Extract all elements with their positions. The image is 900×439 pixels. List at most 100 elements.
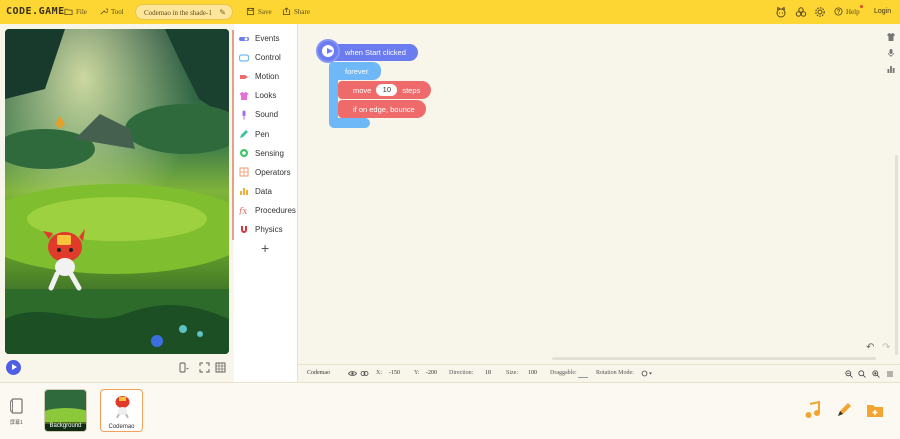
grid-icon[interactable] xyxy=(215,362,226,373)
workspace-horizontal-scrollbar[interactable] xyxy=(552,357,876,360)
bar-chart-icon[interactable] xyxy=(886,64,896,74)
category-procedures[interactable]: fx Procedures xyxy=(234,201,298,220)
forever-block[interactable]: forever xyxy=(329,62,381,80)
music-library-icon[interactable] xyxy=(804,401,822,419)
category-label: Motion xyxy=(255,72,280,82)
category-pen[interactable]: Pen xyxy=(234,125,298,144)
category-looks[interactable]: Looks xyxy=(234,86,298,105)
tool-menu-label: Tool xyxy=(111,7,124,16)
category-label: Data xyxy=(255,186,272,196)
cat-face-icon[interactable] xyxy=(775,6,787,18)
run-button[interactable] xyxy=(6,360,21,375)
category-label: Sound xyxy=(255,110,279,120)
category-label: Looks xyxy=(255,91,277,101)
microphone-icon[interactable] xyxy=(886,48,896,58)
svg-text:fx: fx xyxy=(239,207,247,215)
move-prefix-label: move xyxy=(353,85,372,95)
category-label: Events xyxy=(255,34,280,43)
category-label: Sensing xyxy=(255,148,284,158)
community-icon[interactable] xyxy=(795,6,807,18)
scene-label: 屏幕1 xyxy=(10,420,23,426)
background-thumbnail[interactable]: Background xyxy=(44,389,87,432)
save-icon xyxy=(246,7,255,16)
procedures-icon: fx xyxy=(239,205,249,215)
x-label: X: xyxy=(376,370,382,376)
size-label: Size: xyxy=(506,370,518,376)
physics-icon xyxy=(239,225,249,235)
project-title-input[interactable]: Codemao in the shade-1 ✎ xyxy=(135,4,233,20)
category-physics[interactable]: Physics xyxy=(234,220,298,239)
y-value-field[interactable]: -200 xyxy=(426,370,437,376)
fullscreen-icon[interactable] xyxy=(199,362,210,373)
x-value-field[interactable]: -150 xyxy=(389,370,400,376)
share-button[interactable]: Share xyxy=(282,7,310,16)
category-sensing[interactable]: Sensing xyxy=(234,144,298,163)
category-sound[interactable]: Sound xyxy=(234,105,298,124)
help-button[interactable]: Help xyxy=(834,7,860,16)
gear-icon[interactable] xyxy=(814,6,826,18)
y-label: Y: xyxy=(414,370,420,376)
redo-icon[interactable]: ↷ xyxy=(882,342,894,353)
sprite-info-bar: Codemao X: -150 Y: -200 Direction: 18 Si… xyxy=(298,364,900,382)
direction-value-field[interactable]: 18 xyxy=(485,370,491,376)
operators-icon xyxy=(239,167,249,177)
top-bar: CODE.GAME File Tool Codemao in the shade… xyxy=(0,0,900,24)
category-operators[interactable]: Operators xyxy=(234,163,298,182)
logo[interactable]: CODE.GAME xyxy=(6,6,65,17)
events-icon xyxy=(239,34,249,44)
move-steps-input[interactable]: 10 xyxy=(376,84,398,96)
zoom-in-icon[interactable] xyxy=(872,370,880,378)
paint-pencil-icon[interactable] xyxy=(835,401,853,419)
code-workspace[interactable] xyxy=(298,24,900,364)
category-data[interactable]: Data xyxy=(234,182,298,201)
category-control[interactable]: Control xyxy=(234,48,298,67)
costume-shirt-icon[interactable] xyxy=(886,32,896,42)
stage-canvas[interactable] xyxy=(5,29,229,354)
move-steps-block[interactable]: move 10 steps xyxy=(338,81,431,99)
category-motion[interactable]: Motion xyxy=(234,67,298,86)
add-folder-icon[interactable] xyxy=(866,401,884,419)
data-icon xyxy=(239,186,249,196)
control-icon xyxy=(239,53,249,63)
zoom-reset-icon[interactable] xyxy=(858,370,866,378)
share-icon xyxy=(282,7,291,16)
wrench-icon xyxy=(100,8,108,15)
draggable-toggle[interactable] xyxy=(578,377,588,378)
menu-icon[interactable] xyxy=(886,370,894,378)
size-value-field[interactable]: 100 xyxy=(528,370,537,376)
category-label: Operators xyxy=(255,167,291,177)
folder-icon xyxy=(64,8,73,16)
notification-dot xyxy=(860,5,863,8)
workspace-vertical-scrollbar[interactable] xyxy=(895,155,898,355)
tool-menu[interactable]: Tool xyxy=(99,7,124,16)
forever-block-arm xyxy=(329,78,338,122)
add-extension-button[interactable]: + xyxy=(261,240,269,256)
looks-icon xyxy=(239,91,249,101)
codemao-sprite-preview xyxy=(115,396,130,418)
motion-icon xyxy=(239,72,249,82)
direction-label: Direction: xyxy=(449,370,474,376)
forever-block-foot xyxy=(329,118,370,128)
category-label: Control xyxy=(255,53,281,63)
zoom-out-icon[interactable] xyxy=(845,370,853,378)
sprite-name-field[interactable]: Codemao xyxy=(307,370,330,376)
save-button[interactable]: Save xyxy=(246,7,272,16)
share-label: Share xyxy=(294,7,310,16)
rotation-mode-label: Rotation Mode: xyxy=(596,370,634,376)
sprite-thumbnail-codemao[interactable]: Codemao xyxy=(100,389,143,432)
hat-block-label: when Start clicked xyxy=(345,48,406,57)
file-menu[interactable]: File xyxy=(64,7,87,16)
sound-icon xyxy=(239,110,249,120)
bounce-on-edge-block[interactable]: if on edge, bounce xyxy=(338,100,426,118)
start-flag-icon xyxy=(316,39,340,63)
login-button[interactable]: Login xyxy=(874,8,891,15)
eye-icon[interactable] xyxy=(348,370,357,377)
file-menu-label: File xyxy=(76,7,87,16)
link-icon[interactable] xyxy=(360,370,369,377)
category-events[interactable]: Events xyxy=(234,29,298,48)
edit-pencil-icon[interactable]: ✎ xyxy=(219,8,226,17)
scene-screen-icon[interactable] xyxy=(10,398,24,416)
undo-icon[interactable]: ↶ xyxy=(866,342,878,353)
rotation-mode-dropdown-icon[interactable] xyxy=(641,370,653,377)
phone-mode-icon[interactable] xyxy=(178,362,189,373)
